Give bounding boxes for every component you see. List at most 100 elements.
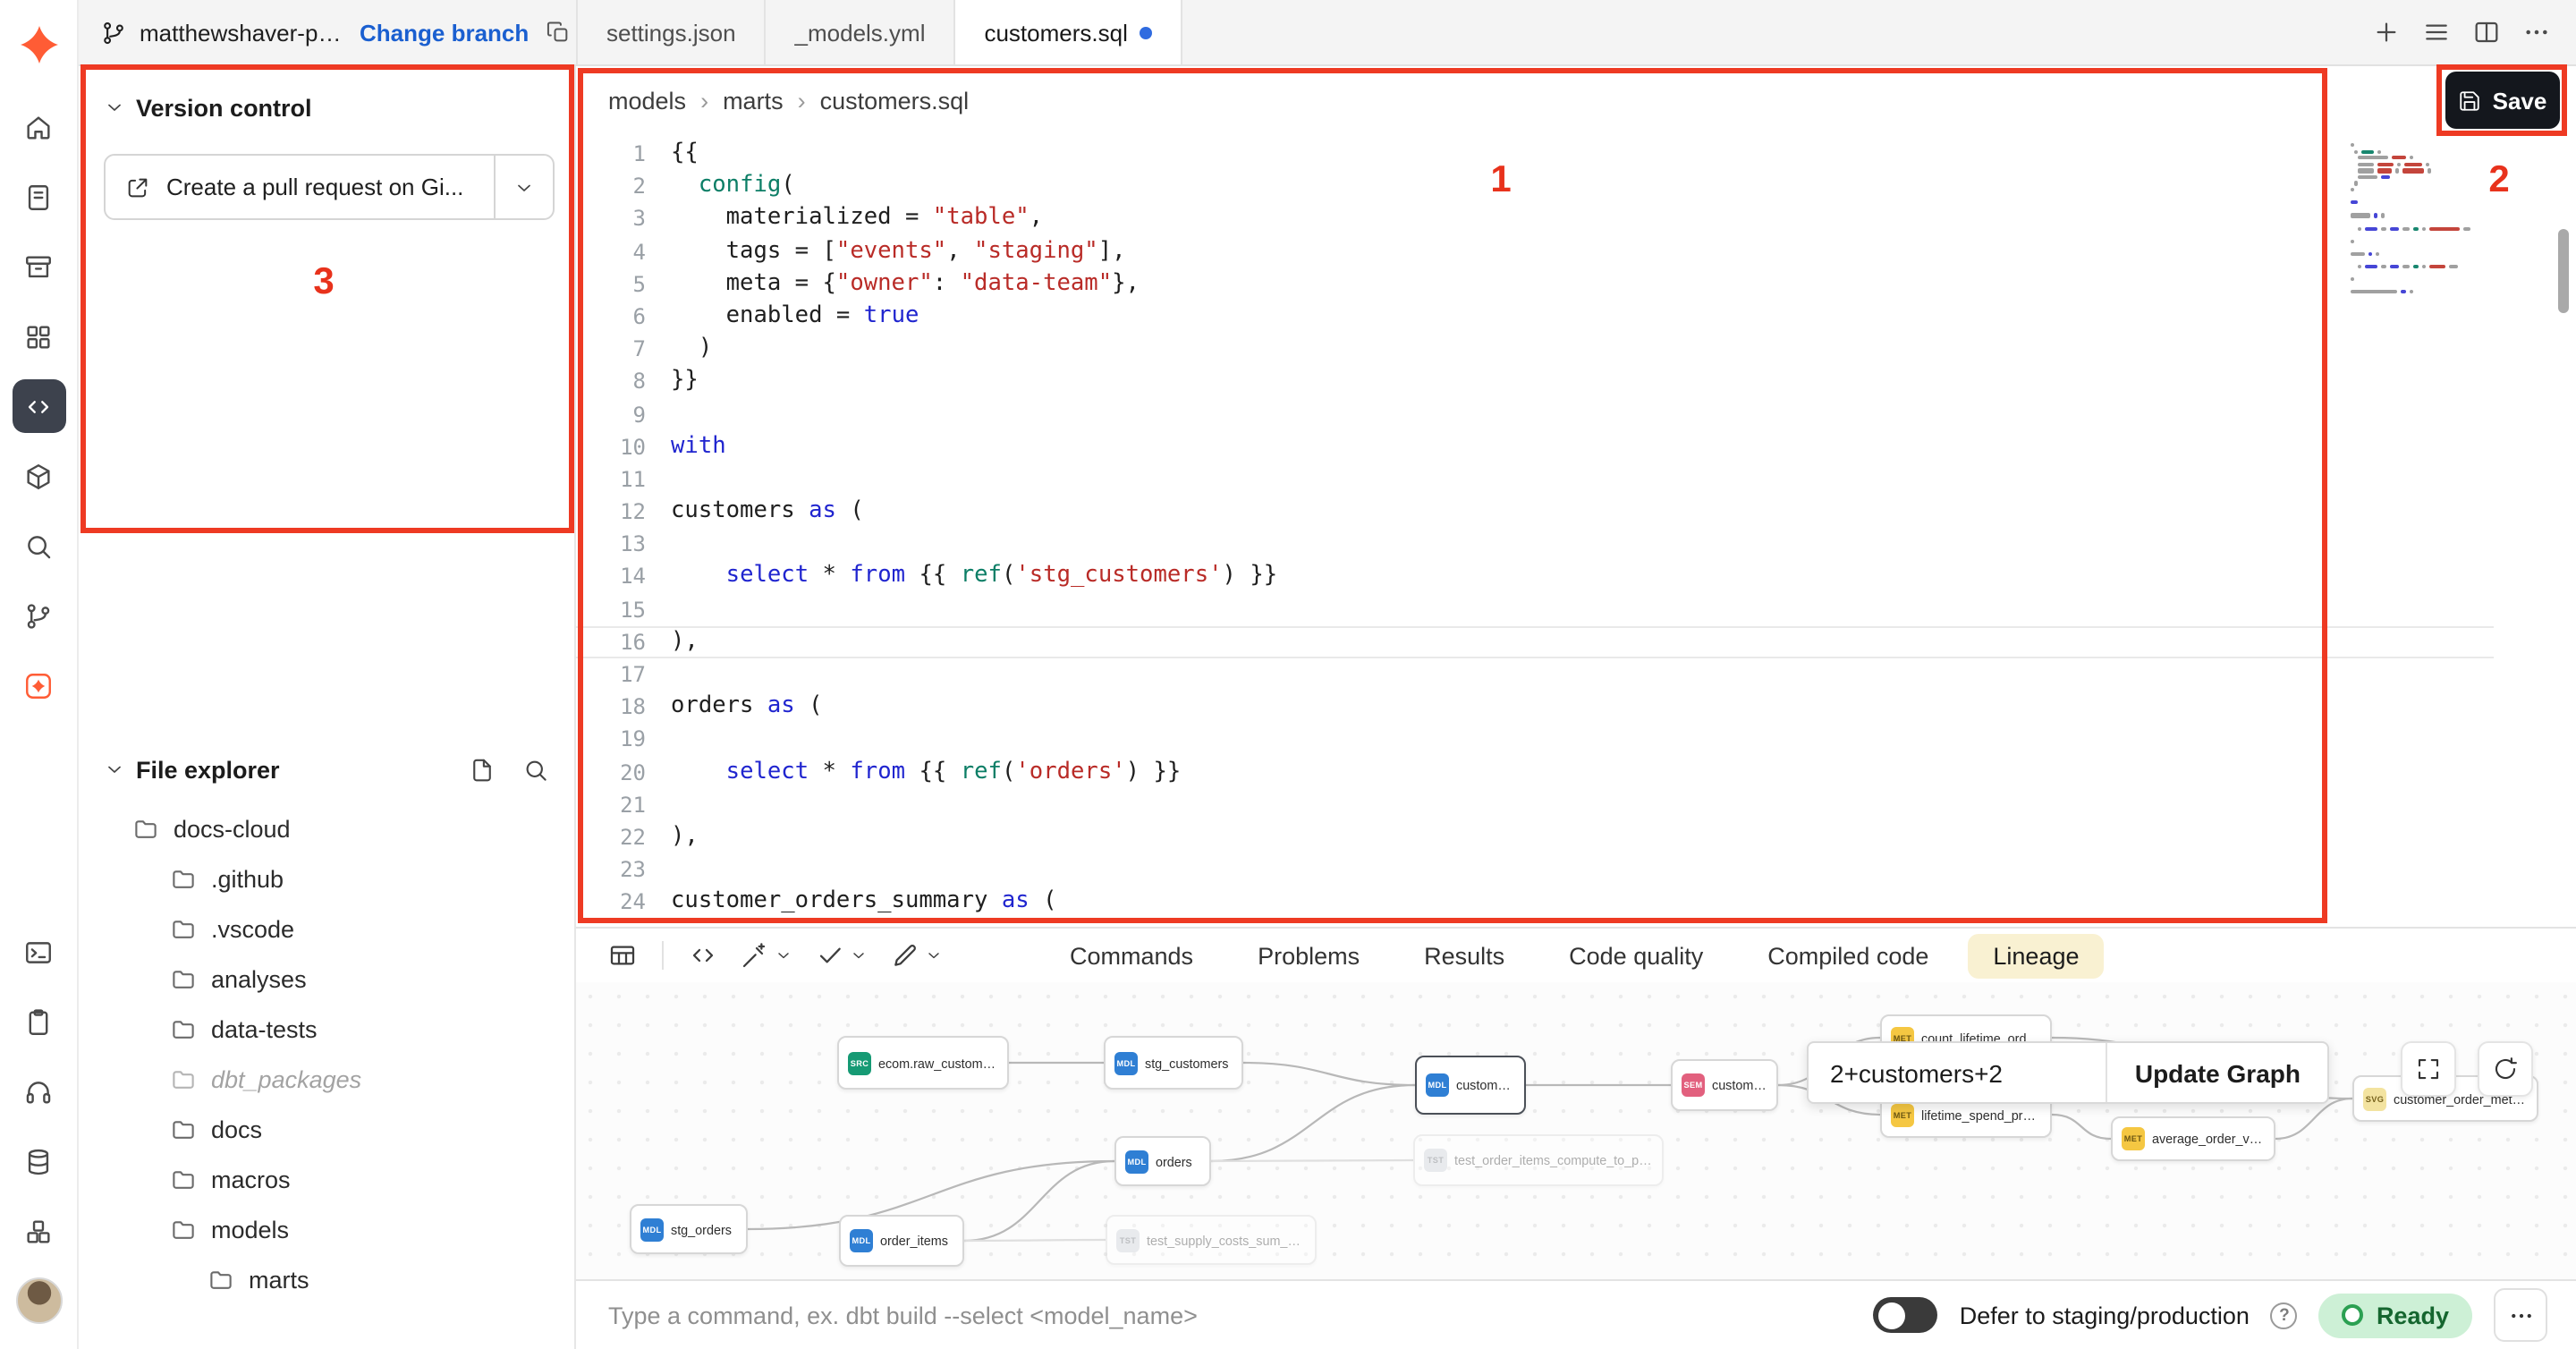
breadcrumb-item[interactable]: models: [608, 87, 686, 114]
code-line-21[interactable]: 21: [576, 789, 2494, 821]
file-tree-item-.vscode[interactable]: .vscode: [79, 904, 574, 954]
bottom-tab-results[interactable]: Results: [1399, 933, 1530, 978]
rail-item-terminal[interactable]: [12, 925, 65, 979]
code-line-16[interactable]: 16),: [576, 626, 2494, 658]
lint-button[interactable]: [812, 938, 871, 973]
code-line-11[interactable]: 11: [576, 463, 2494, 496]
change-branch-link[interactable]: Change branch: [360, 19, 529, 46]
code-line-8[interactable]: 8}}: [576, 366, 2494, 398]
rail-item-dbt-cloud[interactable]: [12, 658, 65, 712]
help-icon[interactable]: ?: [2271, 1302, 2298, 1328]
lineage-node-ecom.raw_customers[interactable]: SRCecom.raw_customers: [837, 1036, 1009, 1090]
rail-item-home[interactable]: [12, 100, 65, 154]
code-line-19[interactable]: 19: [576, 724, 2494, 756]
file-tree-item-.github[interactable]: .github: [79, 853, 574, 904]
code-button[interactable]: [685, 938, 721, 973]
breadcrumb-item[interactable]: customers.sql: [820, 87, 970, 114]
code-line-5[interactable]: 5 meta = {"owner": "data-team"},: [576, 268, 2494, 301]
lineage-node-stg_customers[interactable]: MDLstg_customers: [1104, 1036, 1243, 1090]
code-line-7[interactable]: 7 ): [576, 333, 2494, 365]
code-line-20[interactable]: 20 select * from {{ ref('orders') }}: [576, 756, 2494, 788]
lineage-node-order_items[interactable]: MDLorder_items: [839, 1215, 964, 1267]
code-line-2[interactable]: 2 config(: [576, 170, 2494, 202]
table-button[interactable]: [605, 938, 640, 973]
rail-item-dbt-logo[interactable]: [12, 18, 65, 72]
fix-button[interactable]: [887, 938, 946, 973]
list-icon[interactable]: [2422, 18, 2451, 47]
new-file-icon[interactable]: [469, 756, 496, 783]
file-explorer-header[interactable]: File explorer: [79, 742, 574, 796]
file-tree-item-docs[interactable]: docs: [79, 1104, 574, 1154]
search-icon[interactable]: [522, 756, 549, 783]
bottom-tab-problems[interactable]: Problems: [1233, 933, 1385, 978]
lineage-node-average_order_value[interactable]: METaverage_order_value: [2111, 1116, 2275, 1161]
file-tree-item-dbt_packages[interactable]: dbt_packages: [79, 1054, 574, 1104]
code-line-24[interactable]: 24customer_orders_summary as (: [576, 887, 2494, 919]
rail-item-boxes[interactable]: [12, 1204, 65, 1258]
bottom-tab-compiled-code[interactable]: Compiled code: [1742, 933, 1953, 978]
code-line-18[interactable]: 18orders as (: [576, 691, 2494, 723]
bottom-tab-code-quality[interactable]: Code quality: [1544, 933, 1728, 978]
lineage-node-test_order_items_compute_to_pools_correctly[interactable]: TSTtest_order_items_compute_to_pools_cor…: [1413, 1134, 1664, 1186]
version-control-header[interactable]: Version control: [104, 84, 549, 131]
update-graph-button[interactable]: Update Graph: [2106, 1043, 2327, 1102]
code-line-13[interactable]: 13: [576, 529, 2494, 561]
rail-item-notebook[interactable]: [12, 170, 65, 224]
save-button[interactable]: Save: [2445, 72, 2560, 129]
rail-item-grid[interactable]: [12, 310, 65, 363]
defer-toggle[interactable]: [1874, 1297, 1938, 1333]
lineage-selector-input[interactable]: [1809, 1043, 2106, 1102]
rail-item-git-branch[interactable]: [12, 589, 65, 642]
code-line-17[interactable]: 17: [576, 658, 2494, 691]
create-pr-button[interactable]: Create a pull request on Gi...: [106, 156, 494, 218]
copy-branch-button[interactable]: [545, 20, 570, 45]
breadcrumb-item[interactable]: marts: [723, 87, 784, 114]
tab-settings.json[interactable]: settings.json: [576, 0, 767, 64]
rail-item-profile[interactable]: [12, 1274, 65, 1328]
ellipsis-icon[interactable]: [2522, 18, 2551, 47]
lineage-node-orders[interactable]: MDLorders: [1114, 1136, 1211, 1186]
rail-item-clipboard[interactable]: [12, 995, 65, 1048]
code-line-15[interactable]: 15: [576, 593, 2494, 625]
rail-item-search[interactable]: [12, 519, 65, 573]
minimap[interactable]: [2351, 143, 2497, 294]
code-line-10[interactable]: 10with: [576, 430, 2494, 462]
code-line-22[interactable]: 22),: [576, 821, 2494, 853]
split-icon[interactable]: [2472, 18, 2501, 47]
file-tree-item-marts[interactable]: marts: [79, 1254, 574, 1304]
code-line-4[interactable]: 4 tags = ["events", "staging"],: [576, 235, 2494, 267]
file-tree-item-docs-cloud[interactable]: docs-cloud: [79, 803, 574, 853]
plus-icon[interactable]: [2372, 18, 2401, 47]
code-line-6[interactable]: 6 enabled = true: [576, 301, 2494, 333]
lineage-node-test_supply_costs_sum_correctly[interactable]: TSTtest_supply_costs_sum_correctly: [1106, 1215, 1317, 1265]
tab-customers.sql[interactable]: customers.sql: [955, 0, 1182, 64]
file-tree-item-analyses[interactable]: analyses: [79, 954, 574, 1004]
create-pr-dropdown[interactable]: [494, 156, 553, 218]
code-line-1[interactable]: 1{{: [576, 138, 2494, 170]
editor-scrollbar[interactable]: [2558, 229, 2569, 313]
bottom-tab-lineage[interactable]: Lineage: [1968, 933, 2104, 978]
lineage-node-customers[interactable]: SEMcustomers: [1671, 1059, 1778, 1111]
code-line-9[interactable]: 9: [576, 398, 2494, 430]
rail-item-headphones[interactable]: [12, 1065, 65, 1118]
bottom-tab-commands[interactable]: Commands: [1045, 933, 1218, 978]
tab-_models.yml[interactable]: _models.yml: [767, 0, 956, 64]
rail-item-database[interactable]: [12, 1134, 65, 1188]
command-input[interactable]: [605, 1300, 1852, 1330]
refresh-graph-button[interactable]: [2478, 1041, 2533, 1097]
code-line-23[interactable]: 23: [576, 853, 2494, 886]
code-line-3[interactable]: 3 materialized = "table",: [576, 203, 2494, 235]
file-tree-item-data-tests[interactable]: data-tests: [79, 1004, 574, 1054]
rail-item-archive[interactable]: [12, 240, 65, 293]
format-button[interactable]: [737, 938, 796, 973]
lineage-node-customers[interactable]: MDLcustomers: [1415, 1056, 1526, 1115]
rail-item-cube[interactable]: [12, 449, 65, 503]
more-options-button[interactable]: [2494, 1288, 2547, 1342]
code-line-12[interactable]: 12customers as (: [576, 496, 2494, 528]
file-tree-item-macros[interactable]: macros: [79, 1154, 574, 1204]
file-tree-item-models[interactable]: models: [79, 1204, 574, 1254]
fullscreen-button[interactable]: [2401, 1041, 2456, 1097]
code-line-14[interactable]: 14 select * from {{ ref('stg_customers')…: [576, 561, 2494, 593]
code-editor[interactable]: 1{{2 config(3 materialized = "table",4 t…: [576, 138, 2494, 927]
rail-item-code-editor[interactable]: [12, 379, 65, 433]
